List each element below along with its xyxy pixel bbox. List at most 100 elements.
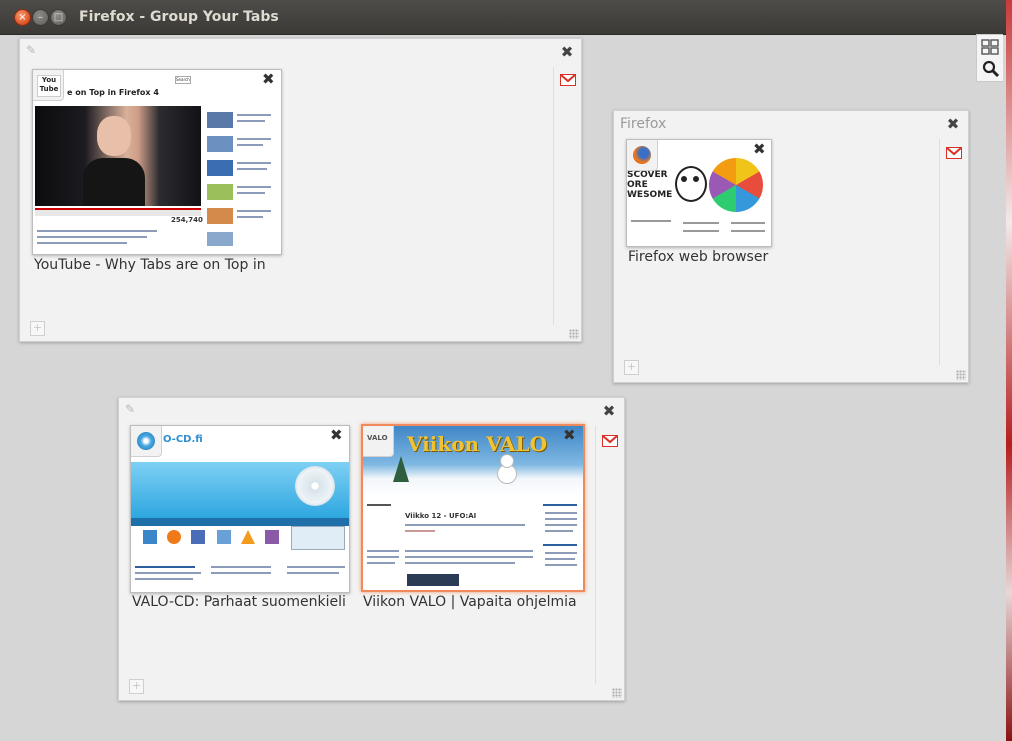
youtube-logo-text: You Tube bbox=[37, 75, 61, 97]
gmail-app-icon[interactable] bbox=[946, 147, 962, 159]
resize-handle[interactable] bbox=[569, 329, 579, 339]
thumb-text-line bbox=[135, 566, 195, 568]
title-bar: × – □ Firefox - Group Your Tabs bbox=[0, 0, 1006, 35]
suggestions-column bbox=[207, 106, 277, 246]
tab-valo-cd[interactable]: ✖ O-CD.fi VALO-CD: Parhaat suomenkieli bbox=[130, 425, 352, 645]
valo-cd-favicon bbox=[131, 426, 162, 457]
promo-line: SCOVER bbox=[627, 170, 668, 180]
thumb-text-line bbox=[683, 222, 719, 224]
thumb-text-line bbox=[405, 530, 435, 532]
thumb-text-line bbox=[37, 242, 127, 244]
tab-close-button[interactable]: ✖ bbox=[330, 428, 343, 443]
promo-line: ORE bbox=[627, 180, 648, 190]
tab-youtube[interactable]: You Tube ✖ Search e on Top in Firefox 4 … bbox=[32, 69, 284, 279]
thumb-text-line bbox=[367, 504, 391, 506]
thumb-text-line bbox=[37, 230, 157, 232]
edit-title-pencil-icon[interactable]: ✎ bbox=[26, 43, 40, 57]
tab-title: VALO-CD: Parhaat suomenkieli bbox=[132, 594, 346, 610]
thumb-text-line bbox=[731, 222, 765, 224]
thumb-text-line bbox=[367, 550, 399, 552]
edit-title-pencil-icon[interactable]: ✎ bbox=[125, 402, 139, 416]
thumb-text-line bbox=[405, 550, 533, 552]
tab-group-1[interactable]: ✎ ✖ You Tube ✖ Search e on Top in Firefo… bbox=[19, 38, 582, 342]
thumb-text-line bbox=[545, 558, 575, 560]
group-close-button[interactable]: ✖ bbox=[602, 404, 616, 419]
video-player bbox=[35, 106, 201, 206]
window-title: Firefox - Group Your Tabs bbox=[79, 9, 279, 25]
valo-banner: Viikon VALO bbox=[363, 426, 583, 496]
panda-illustration bbox=[675, 166, 707, 202]
tab-firefox[interactable]: ✖ SCOVER ORE WESOME Firefox web browser bbox=[626, 139, 776, 269]
tab-close-button[interactable]: ✖ bbox=[563, 428, 576, 443]
thumb-text-line bbox=[405, 556, 533, 558]
thumb-text-line bbox=[545, 512, 577, 514]
valo-cd-download-box bbox=[291, 526, 345, 550]
thumb-text-line bbox=[543, 544, 577, 546]
resize-handle[interactable] bbox=[956, 370, 966, 380]
youtube-favicon: You Tube bbox=[33, 70, 64, 101]
window-maximize-button[interactable]: □ bbox=[50, 9, 67, 26]
window-close-button[interactable]: × bbox=[14, 9, 31, 26]
search-icon[interactable] bbox=[982, 60, 1000, 78]
thumb-search-label: Search bbox=[175, 76, 191, 84]
thumb-text-line bbox=[405, 524, 525, 526]
valo-favicon: VALO bbox=[363, 426, 394, 457]
tab-thumbnail[interactable]: VALO ✖ Viikon VALO Viikko 12 - UFO:AI bbox=[361, 424, 585, 592]
firefox-favicon bbox=[627, 140, 658, 171]
firefox-window: × – □ Firefox - Group Your Tabs ✎ ✖ You … bbox=[0, 0, 1006, 741]
video-progress bbox=[35, 208, 201, 216]
resize-handle[interactable] bbox=[612, 688, 622, 698]
color-wheel-graphic bbox=[709, 158, 763, 212]
valo-subhead: Viikko 12 - UFO:AI bbox=[405, 512, 477, 520]
thumb-text-line bbox=[287, 572, 339, 574]
group-close-button[interactable]: ✖ bbox=[560, 45, 574, 60]
valo-cd-nav bbox=[131, 518, 349, 526]
valo-cd-app-icons bbox=[137, 530, 287, 548]
valo-favicon-text: VALO bbox=[367, 434, 388, 442]
new-tab-button[interactable]: + bbox=[129, 679, 144, 694]
thumb-text-line bbox=[367, 562, 395, 564]
tab-group-3[interactable]: ✎ ✖ ✖ O-CD.fi VALO-CD: Parhaat suomenkie… bbox=[118, 397, 625, 701]
tab-close-button[interactable]: ✖ bbox=[262, 72, 275, 87]
thumb-promo-text: SCOVER ORE WESOME bbox=[627, 170, 672, 200]
thumb-text-line bbox=[367, 556, 399, 558]
thumb-text-line bbox=[731, 230, 765, 232]
thumb-text-line bbox=[287, 566, 345, 568]
group-close-button[interactable]: ✖ bbox=[946, 117, 960, 132]
app-tray-divider bbox=[939, 139, 940, 365]
thumb-text-line bbox=[211, 566, 271, 568]
thumb-text-line bbox=[683, 230, 719, 232]
tab-thumbnail[interactable]: ✖ SCOVER ORE WESOME bbox=[626, 139, 772, 247]
new-tab-button[interactable]: + bbox=[624, 360, 639, 375]
thumb-text-line bbox=[545, 530, 573, 532]
tab-viikon-valo[interactable]: VALO ✖ Viikon VALO Viikko 12 - UFO:AI Vi… bbox=[361, 424, 587, 644]
thumb-heading: e on Top in Firefox 4 bbox=[67, 88, 159, 97]
valo-cd-banner bbox=[131, 462, 349, 518]
new-tab-button[interactable]: + bbox=[30, 321, 45, 336]
thumb-text-line bbox=[135, 578, 193, 580]
tab-thumbnail[interactable]: ✖ O-CD.fi bbox=[130, 425, 350, 593]
tab-close-button[interactable]: ✖ bbox=[753, 142, 766, 157]
thumb-text-line bbox=[543, 504, 577, 506]
thumb-views: 254,740 bbox=[171, 216, 203, 224]
gmail-app-icon[interactable] bbox=[602, 435, 618, 447]
window-minimize-button[interactable]: – bbox=[32, 9, 49, 26]
thumb-text-line bbox=[545, 564, 577, 566]
thumb-text-line bbox=[211, 572, 271, 574]
tab-title: YouTube - Why Tabs are on Top in bbox=[34, 257, 266, 273]
gmail-app-icon[interactable] bbox=[560, 74, 576, 86]
tab-title: Viikon VALO | Vapaita ohjelmia bbox=[363, 594, 577, 610]
valo-cd-logo-text: O-CD.fi bbox=[163, 434, 203, 445]
app-tray-divider bbox=[595, 426, 596, 684]
tab-groups-area: ✎ ✖ You Tube ✖ Search e on Top in Firefo… bbox=[0, 34, 1006, 741]
thumb-text-line bbox=[631, 220, 671, 222]
thumb-text-line bbox=[37, 236, 147, 238]
tab-group-firefox[interactable]: Firefox ✖ ✖ SCOVER ORE WESOME Firefox we… bbox=[613, 110, 969, 383]
app-tray-divider bbox=[553, 67, 554, 325]
promo-line: WESOME bbox=[627, 190, 673, 200]
tab-view-icon[interactable] bbox=[981, 39, 999, 55]
thumb-text-line bbox=[405, 562, 515, 564]
group-title[interactable]: Firefox bbox=[620, 116, 666, 132]
side-toolbar bbox=[976, 34, 1003, 82]
tab-thumbnail[interactable]: You Tube ✖ Search e on Top in Firefox 4 … bbox=[32, 69, 282, 255]
